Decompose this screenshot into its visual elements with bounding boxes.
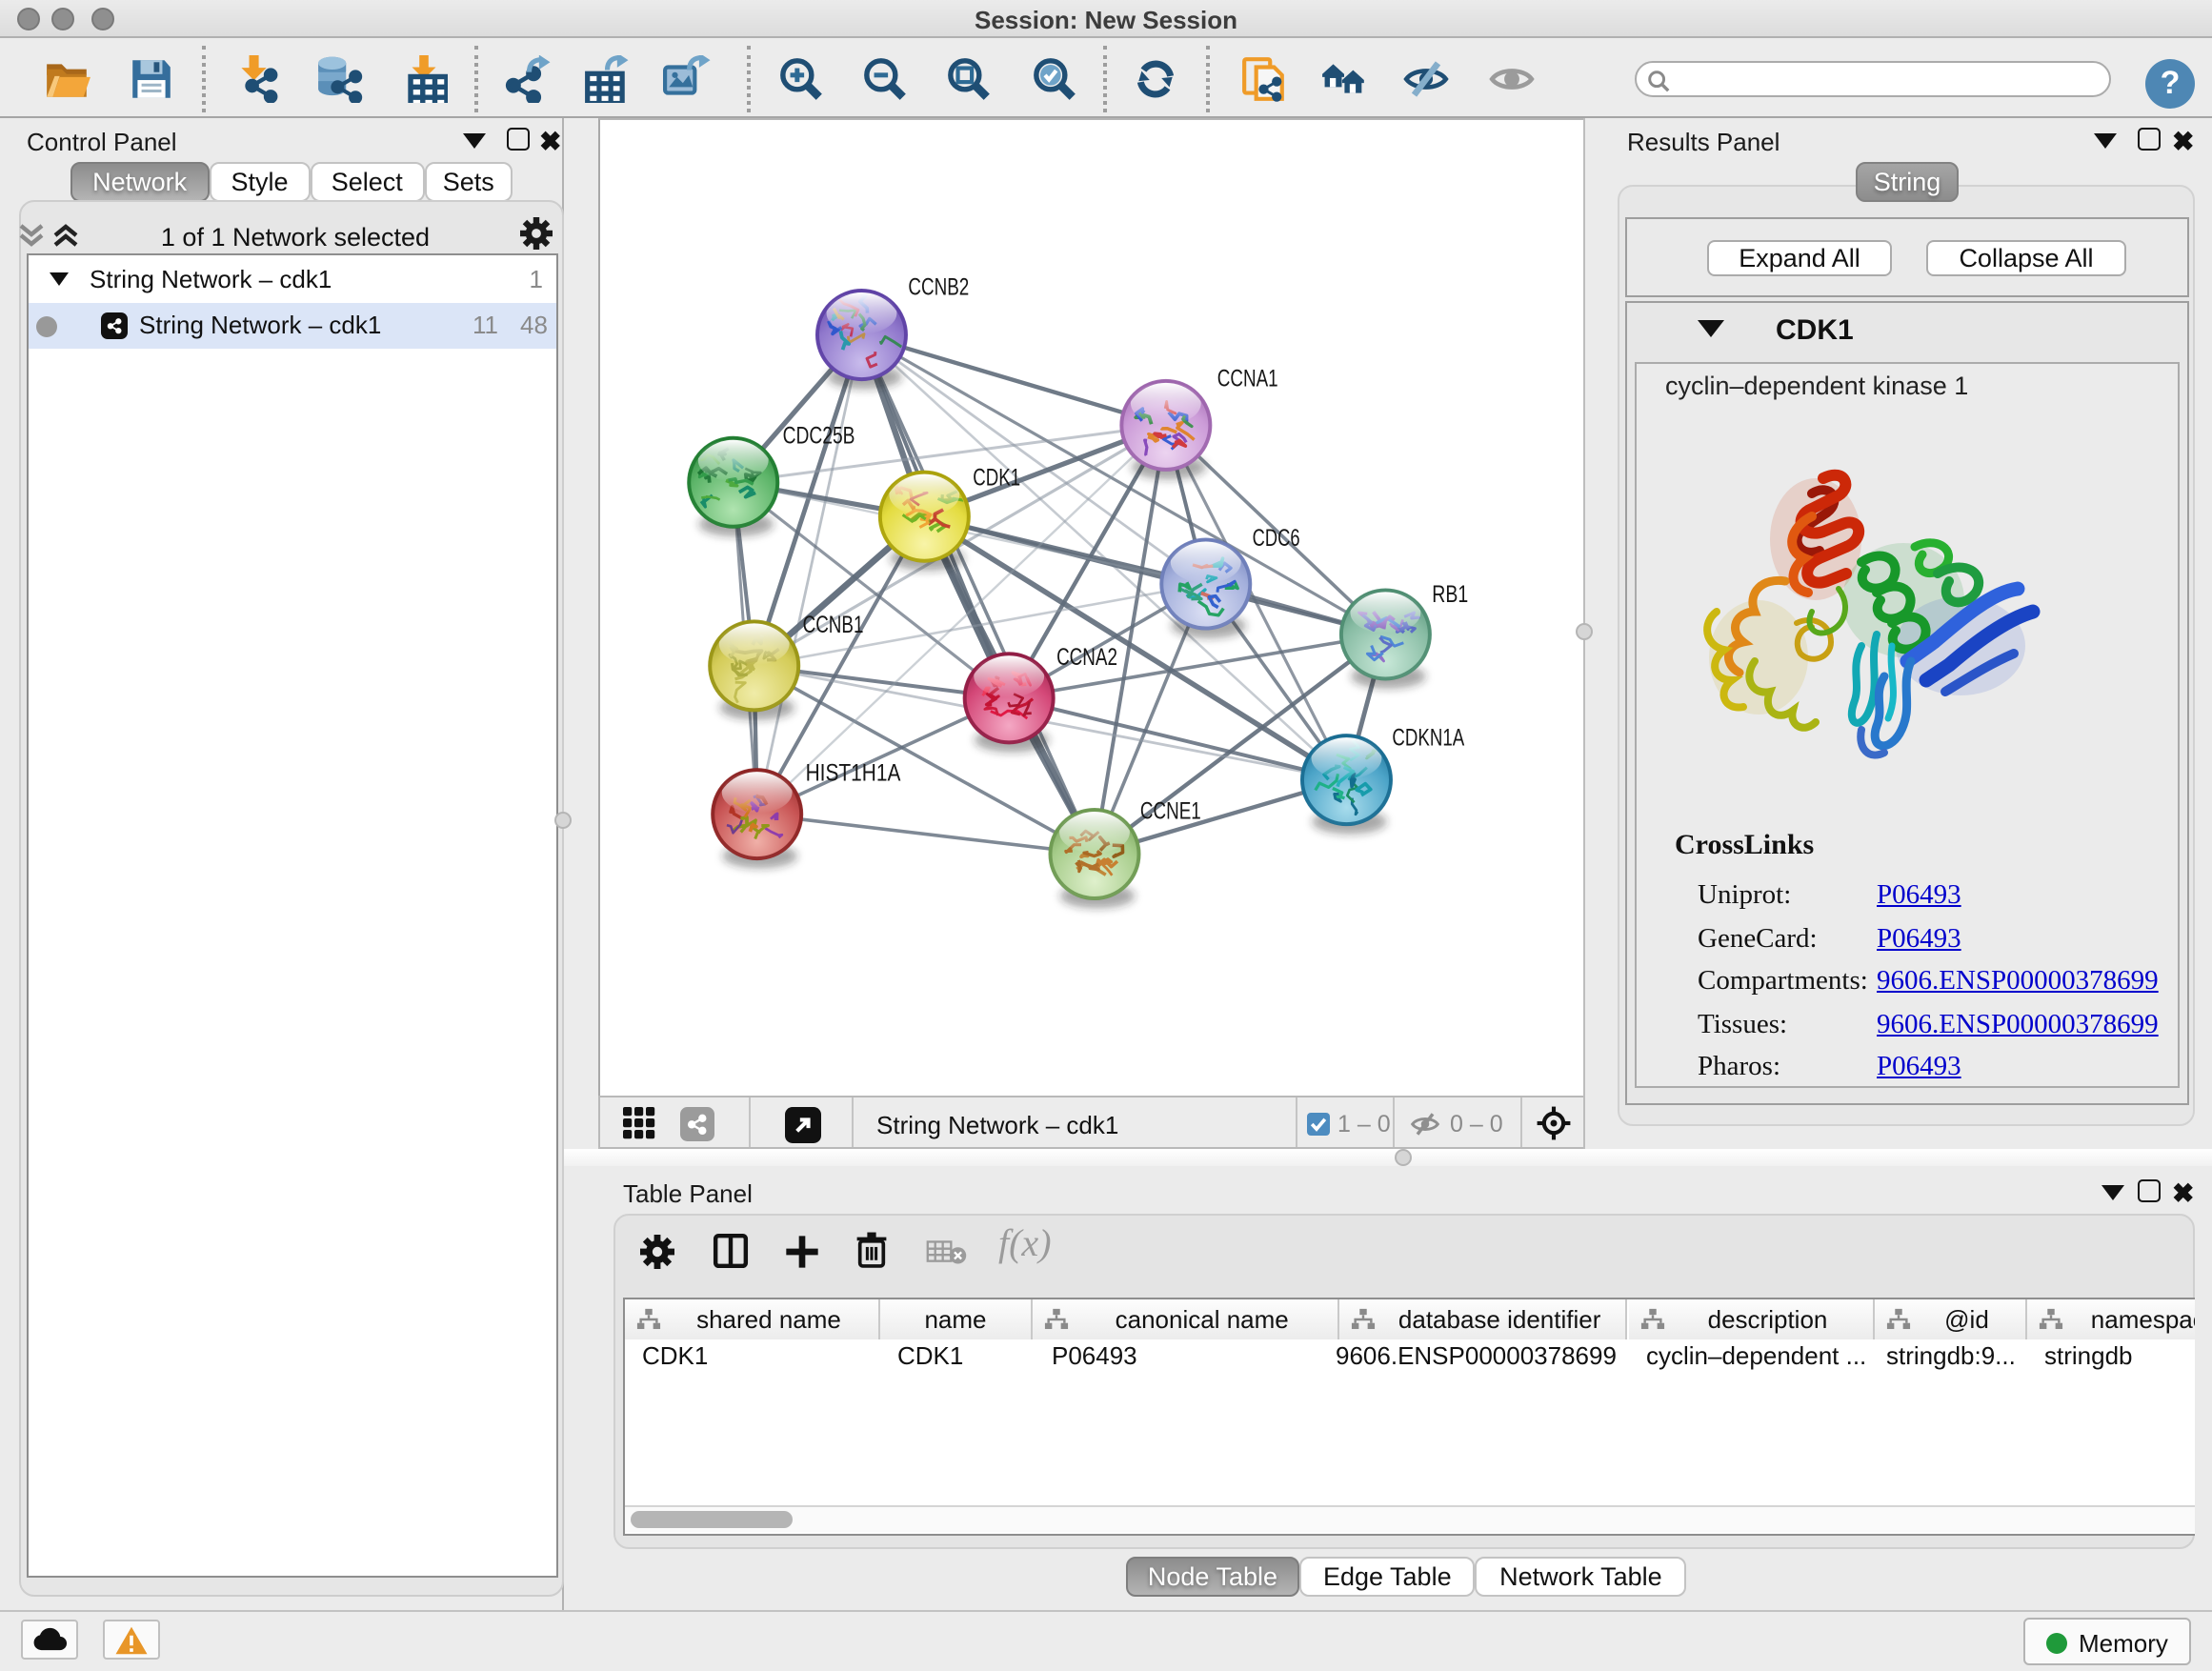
svg-text:CDC25B: CDC25B xyxy=(783,422,855,449)
svg-text:CCNA2: CCNA2 xyxy=(1056,644,1117,671)
svg-text:CCNB1: CCNB1 xyxy=(803,612,864,638)
svg-text:CCNE1: CCNE1 xyxy=(1140,798,1201,825)
svg-text:CDC6: CDC6 xyxy=(1253,525,1300,552)
svg-text:CDKN1A: CDKN1A xyxy=(1392,725,1464,752)
svg-text:CDK1: CDK1 xyxy=(973,464,1020,491)
svg-text:CCNA1: CCNA1 xyxy=(1217,365,1278,392)
svg-text:RB1: RB1 xyxy=(1432,581,1468,608)
svg-text:CCNB2: CCNB2 xyxy=(908,274,969,301)
svg-text:HIST1H1A: HIST1H1A xyxy=(806,760,901,787)
